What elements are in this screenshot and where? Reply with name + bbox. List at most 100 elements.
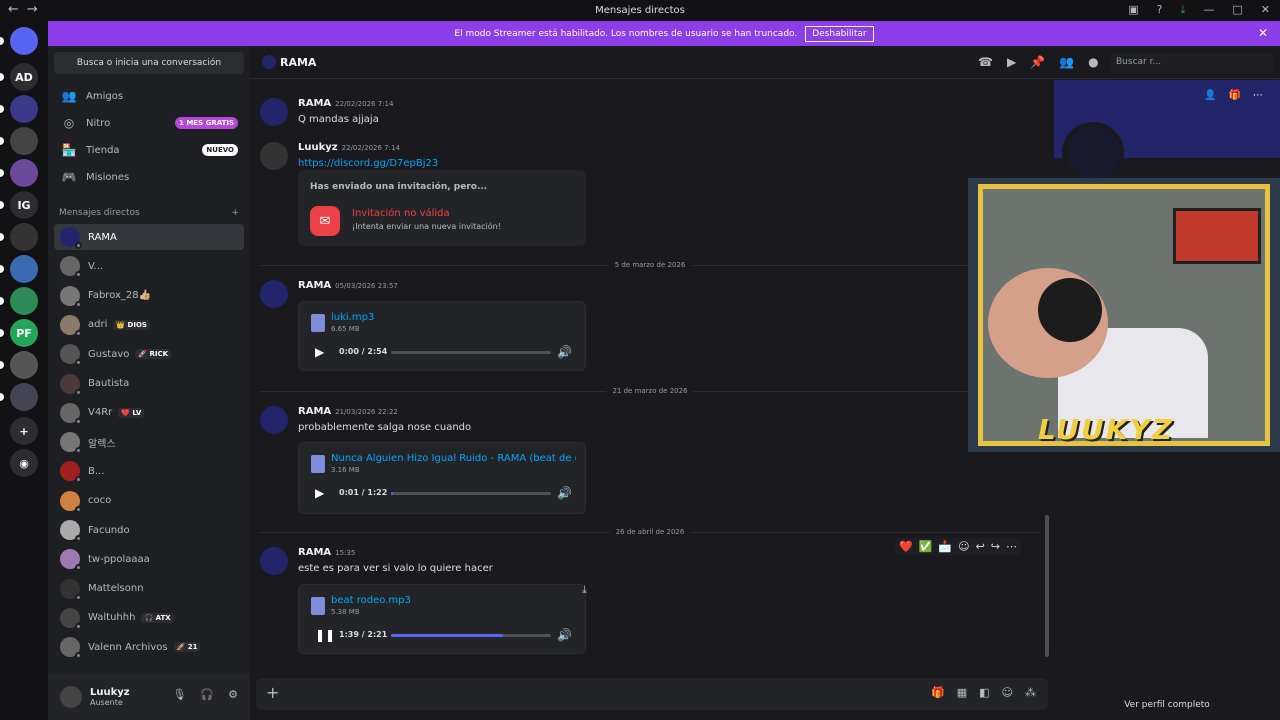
microphone-icon[interactable]: 🎙 (172, 688, 186, 701)
dm-item[interactable]: V4Rr ❤️ LV (54, 400, 244, 426)
close-banner-icon[interactable]: ✕ (1258, 26, 1268, 40)
dm-item[interactable]: B... (54, 458, 244, 484)
nav-item-quests[interactable]: 🎮 Misiones (54, 165, 244, 189)
server-icon[interactable] (10, 383, 38, 411)
add-reaction-icon[interactable]: ☺ (958, 540, 969, 553)
pin-icon[interactable]: 📌 (1030, 55, 1045, 69)
dm-item[interactable]: RAMA (54, 224, 244, 250)
gift-icon[interactable]: 🎁 (1228, 90, 1240, 101)
minimize-icon[interactable]: — (1203, 3, 1214, 17)
dm-item[interactable]: adri 👑 DIOS (54, 312, 244, 338)
reply-icon[interactable]: ↩ (976, 540, 985, 553)
avatar[interactable] (260, 98, 288, 126)
dm-item[interactable]: Bautista (54, 371, 244, 397)
avatar[interactable] (260, 280, 288, 308)
apps-icon[interactable]: ⁂ (1025, 686, 1036, 699)
audio-progress[interactable] (391, 634, 551, 637)
avatar[interactable] (260, 547, 288, 575)
dm-item[interactable]: coco (54, 488, 244, 514)
attachment-filename[interactable]: beat rodeo.mp3 (331, 595, 576, 606)
server-icon[interactable] (10, 159, 38, 187)
settings-gear-icon[interactable]: ⚙ (228, 688, 238, 701)
dm-item[interactable]: 알렉스 (54, 429, 244, 455)
play-icon[interactable]: ▶ (315, 345, 324, 359)
heart-reaction-icon[interactable]: ❤️ (899, 540, 913, 553)
server-icon[interactable] (10, 255, 38, 283)
find-conversation-button[interactable]: Busca o inicia una conversación (54, 52, 244, 74)
window-title: Mensajes directos (595, 5, 685, 16)
nav-item-shop[interactable]: 🏪 Tienda NUEVO (54, 138, 244, 162)
message-author[interactable]: RAMA (298, 547, 331, 558)
add-friend-icon[interactable]: 👤 (1204, 90, 1216, 101)
message-author[interactable]: RAMA (298, 280, 331, 291)
download-icon[interactable]: ⤓ (582, 583, 587, 597)
message-author[interactable]: Luukyz (298, 142, 338, 153)
avatar[interactable] (260, 142, 288, 170)
dm-item[interactable]: Waltuhhh 🎧 ATX (54, 605, 244, 631)
avatar[interactable] (60, 686, 82, 708)
volume-icon[interactable]: 🔊 (557, 486, 572, 500)
server-icon[interactable]: AD (10, 63, 38, 91)
inbox-icon[interactable]: ▣ (1128, 3, 1138, 17)
add-dm-icon[interactable]: + (231, 208, 239, 218)
more-icon[interactable]: ⋯ (1006, 540, 1017, 553)
close-window-icon[interactable]: ✕ (1261, 3, 1270, 17)
dm-item[interactable]: Mattelsonn (54, 576, 244, 602)
message-text: Q mandas ajjaja (298, 114, 379, 125)
sticker-icon[interactable]: ◧ (979, 686, 989, 699)
server-icon[interactable] (10, 127, 38, 155)
dm-item[interactable]: tw-ppolaaaa (54, 546, 244, 572)
dm-item[interactable]: V... (54, 253, 244, 279)
scrollbar[interactable] (1045, 515, 1049, 657)
maximize-icon[interactable]: □ (1232, 3, 1242, 17)
avatar[interactable] (1062, 122, 1124, 184)
gift-icon[interactable]: 🎁 (931, 686, 945, 699)
play-icon[interactable]: ▶ (315, 486, 324, 500)
add-attachment-icon[interactable]: + (266, 683, 279, 702)
dm-item[interactable]: Facundo (54, 517, 244, 543)
volume-icon[interactable]: 🔊 (557, 628, 572, 642)
message-link[interactable]: https://discord.gg/D7epBj23 (298, 158, 438, 169)
audio-progress[interactable] (391, 492, 551, 495)
video-call-icon[interactable]: ▶ (1007, 55, 1016, 69)
emoji-icon[interactable]: ☺ (1002, 686, 1013, 699)
server-icon[interactable] (10, 287, 38, 315)
server-icon[interactable] (10, 95, 38, 123)
discover-icon[interactable]: ◉ (10, 449, 38, 477)
search-input[interactable]: Buscar r... (1110, 53, 1274, 73)
nav-item-nitro[interactable]: ◎ Nitro 1 MES GRATIS (54, 111, 244, 135)
view-full-profile-link[interactable]: Ver perfil completo (1054, 700, 1280, 710)
volume-icon[interactable]: 🔊 (557, 345, 572, 359)
disable-streamer-button[interactable]: Deshabilitar (805, 25, 874, 42)
more-icon[interactable]: ⋯ (1253, 90, 1263, 101)
audio-progress[interactable] (391, 351, 551, 354)
dm-item[interactable]: Fabrox_28👍🏼 (54, 283, 244, 309)
dm-item[interactable]: Gustavo 🚀 RICK (54, 341, 244, 367)
check-reaction-icon[interactable]: ✅ (919, 540, 933, 553)
server-icon[interactable] (10, 27, 38, 55)
voice-call-icon[interactable]: ☎ (978, 55, 993, 69)
user-profile-icon[interactable]: ● (1088, 55, 1098, 69)
add-friends-icon[interactable]: 👥 (1059, 55, 1074, 69)
attachment-filename[interactable]: Nunca Alguien Hizo Igual Ruido - RAMA (b… (331, 453, 576, 464)
attachment-filename[interactable]: luki.mp3 (331, 312, 576, 323)
server-icon[interactable] (10, 351, 38, 379)
message-author[interactable]: RAMA (298, 98, 331, 109)
server-icon[interactable]: IG (10, 191, 38, 219)
message-composer[interactable]: + 🎁 ▦ ◧ ☺ ⁂ (256, 678, 1048, 710)
download-icon[interactable]: ⤓ (1181, 3, 1186, 17)
server-icon[interactable]: PF (10, 319, 38, 347)
server-icon[interactable] (10, 223, 38, 251)
forward-icon[interactable]: ↪ (991, 540, 1000, 553)
message-author[interactable]: RAMA (298, 406, 331, 417)
pause-icon[interactable]: ❚❚ (315, 628, 335, 642)
avatar[interactable] (260, 406, 288, 434)
headphones-icon[interactable]: 🎧 (200, 688, 214, 701)
add-server-icon[interactable]: + (10, 417, 38, 445)
gif-icon[interactable]: ▦ (957, 686, 967, 699)
help-icon[interactable]: ? (1157, 3, 1163, 17)
mail-reaction-icon[interactable]: 📩 (938, 540, 952, 553)
dm-item[interactable]: Valenn Archivos 🚀 21 (54, 634, 244, 660)
user-status: Ausente (90, 698, 123, 707)
nav-item-friends[interactable]: 👥 Amigos (54, 84, 244, 108)
